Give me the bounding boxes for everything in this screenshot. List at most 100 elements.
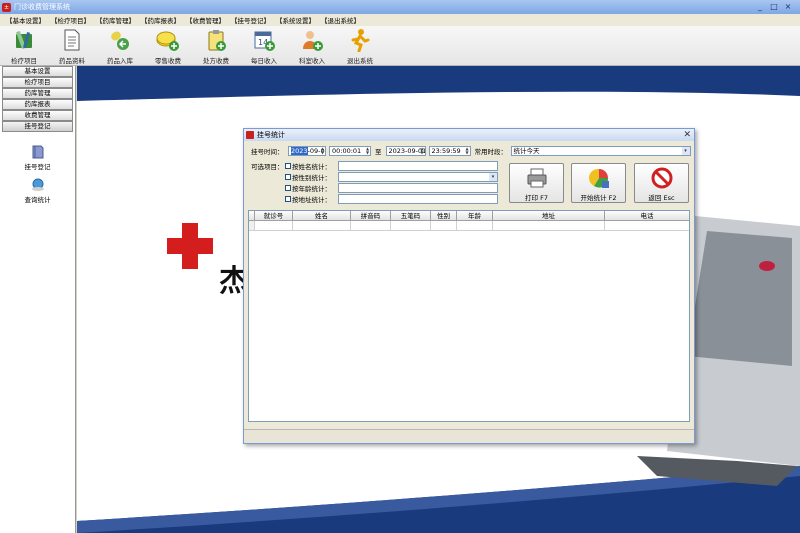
- exit-runner-icon: [351, 29, 370, 52]
- sidebar-item-query-label: 查询统计: [24, 196, 51, 204]
- medical-tools-icon: [16, 30, 32, 50]
- maximize-button[interactable]: □: [768, 2, 780, 12]
- toolbar-stock-in-button[interactable]: 药品入库: [96, 26, 144, 66]
- end-time-value: 23:59:59: [431, 147, 461, 155]
- toolbar-retail-label: 零售收费: [155, 57, 181, 65]
- back-label: 返回 Esc: [648, 194, 675, 202]
- app-icon: ±: [2, 2, 11, 12]
- end-time-spin[interactable]: ▲ ▼: [465, 147, 470, 155]
- toolbar-prescription-button[interactable]: 处方收费: [192, 26, 240, 66]
- toolbar-drugs-label: 药品资料: [59, 57, 85, 65]
- col-gender[interactable]: 性别: [431, 211, 457, 220]
- pie-chart-icon: [588, 168, 609, 188]
- name-checkbox[interactable]: [285, 163, 291, 169]
- book-icon: [32, 145, 43, 159]
- start-time-spin[interactable]: ▲ ▼: [365, 147, 370, 155]
- start-stats-label: 开始统计 F2: [580, 194, 617, 202]
- dialog-close-button[interactable]: ✕: [683, 129, 691, 141]
- option-name-label: 按姓名统计：: [292, 163, 331, 171]
- toolbar-drugs-button[interactable]: 药品资料: [48, 26, 96, 66]
- end-date-spin[interactable]: ▲ ▼: [420, 147, 425, 155]
- user-add-icon: [303, 31, 323, 51]
- options-label: 可选项目：: [251, 163, 284, 171]
- toolbar-dept-income-label: 科室收入: [299, 57, 325, 65]
- sidebar-item-registration-label: 挂号登记: [24, 163, 51, 171]
- start-stats-button[interactable]: 开始统计 F2: [571, 163, 626, 203]
- col-visit-no[interactable]: 就诊号: [255, 211, 293, 220]
- menu-items[interactable]: 【检疗项目】: [51, 15, 90, 25]
- option-age-row: 按年龄统计：: [285, 183, 498, 193]
- common-period-combo[interactable]: 统计今天 ▾: [510, 146, 691, 156]
- address-input[interactable]: [338, 194, 498, 204]
- toolbar: 检疗项目 药品资料 药品入库 零售收费 处方收费 14 每日收入 科室收入 退出…: [0, 26, 800, 66]
- clipboard-icon: [208, 30, 226, 51]
- search-globe-icon: [31, 178, 44, 191]
- address-checkbox[interactable]: [285, 196, 291, 202]
- toolbar-dept-income-button[interactable]: 科室收入: [288, 26, 336, 66]
- toolbar-daily-income-label: 每日收入: [251, 57, 277, 65]
- name-input[interactable]: [338, 161, 498, 171]
- table-row[interactable]: [249, 221, 689, 231]
- nav-basic-settings[interactable]: 基本设置: [2, 66, 73, 77]
- printer-icon: [527, 168, 546, 188]
- common-period-label: 常用时段：: [474, 148, 508, 156]
- menu-registration[interactable]: 【挂号登记】: [231, 15, 270, 25]
- gender-checkbox[interactable]: [285, 174, 291, 180]
- toolbar-retail-button[interactable]: 零售收费: [144, 26, 192, 66]
- close-button[interactable]: ×: [782, 2, 794, 12]
- toolbar-items-label: 检疗项目: [11, 57, 37, 65]
- start-time-value: 00:00:01: [332, 147, 362, 155]
- start-date-spin[interactable]: ▲ ▼: [320, 147, 325, 155]
- nav-pharmacy-reports[interactable]: 药库报表: [2, 99, 73, 110]
- start-date-field[interactable]: 2023-09-01▲▼: [288, 146, 326, 156]
- end-time-field[interactable]: 23:59:59 ▲ ▼: [428, 146, 471, 156]
- menu-charges[interactable]: 【收费管理】: [186, 15, 225, 25]
- chevron-down-icon[interactable]: ▾: [681, 147, 690, 155]
- gender-combo[interactable]: ▾: [338, 172, 498, 182]
- toolbar-daily-income-button[interactable]: 14 每日收入: [240, 26, 288, 66]
- option-name-row: 按姓名统计：: [285, 161, 498, 171]
- calendar-icon: 14: [254, 31, 275, 51]
- col-wubi[interactable]: 五笔码: [391, 211, 431, 220]
- age-checkbox[interactable]: [285, 185, 291, 191]
- print-button[interactable]: 打印 F7: [509, 163, 564, 203]
- menu-pharmacy[interactable]: 【药库管理】: [96, 15, 135, 25]
- col-phone[interactable]: 电话: [605, 211, 689, 220]
- col-name[interactable]: 姓名: [293, 211, 351, 220]
- dialog-status-bar: [244, 429, 694, 443]
- nav-items[interactable]: 检疗项目: [2, 77, 73, 88]
- sidebar-item-query[interactable]: 查询统计: [25, 177, 51, 204]
- results-table[interactable]: 就诊号 姓名 拼音码 五笔码 性别 年龄 地址 电话: [248, 210, 690, 422]
- end-date-field[interactable]: 2023-09-01 ▲ ▼: [385, 146, 426, 156]
- dialog-title: 挂号统计: [257, 131, 285, 139]
- toolbar-prescription-label: 处方收费: [203, 57, 229, 65]
- window-title: 门诊收费管理系统: [14, 3, 70, 11]
- col-address[interactable]: 地址: [493, 211, 605, 220]
- nav-registration[interactable]: 挂号登记: [2, 121, 73, 132]
- menu-basic-settings[interactable]: 【基本设置】: [6, 15, 45, 25]
- toolbar-items-button[interactable]: 检疗项目: [0, 26, 48, 66]
- start-date-year-highlight: 2023: [291, 147, 308, 155]
- back-button[interactable]: 返回 Esc: [634, 163, 689, 203]
- nav-charges[interactable]: 收费管理: [2, 110, 73, 121]
- chevron-down-icon[interactable]: ▾: [489, 173, 497, 181]
- to-label: 至: [375, 148, 382, 156]
- age-input[interactable]: [338, 183, 498, 193]
- option-age-label: 按年龄统计：: [292, 185, 331, 193]
- minimize-button[interactable]: _: [754, 2, 766, 12]
- menu-bar: 【基本设置】 【检疗项目】 【药库管理】 【药库报表】 【收费管理】 【挂号登记…: [0, 14, 800, 26]
- start-time-field[interactable]: 00:00:01 ▲ ▼: [329, 146, 371, 156]
- col-pinyin[interactable]: 拼音码: [351, 211, 391, 220]
- option-gender-row: 按性别统计： ▾: [285, 172, 498, 182]
- menu-exit[interactable]: 【退出系统】: [321, 15, 360, 25]
- menu-pharmacy-reports[interactable]: 【药库报表】: [141, 15, 180, 25]
- sidebar-item-registration[interactable]: 挂号登记: [25, 144, 51, 171]
- menu-system[interactable]: 【系统设置】: [276, 15, 315, 25]
- dialog-title-bar: 挂号统计 ✕: [244, 129, 694, 141]
- toolbar-stock-in-label: 药品入库: [107, 57, 133, 65]
- toolbar-exit-button[interactable]: 退出系统: [336, 26, 384, 66]
- option-gender-label: 按性别统计：: [292, 174, 331, 182]
- print-label: 打印 F7: [525, 194, 548, 202]
- col-age[interactable]: 年龄: [457, 211, 493, 220]
- nav-pharmacy[interactable]: 药库管理: [2, 88, 73, 99]
